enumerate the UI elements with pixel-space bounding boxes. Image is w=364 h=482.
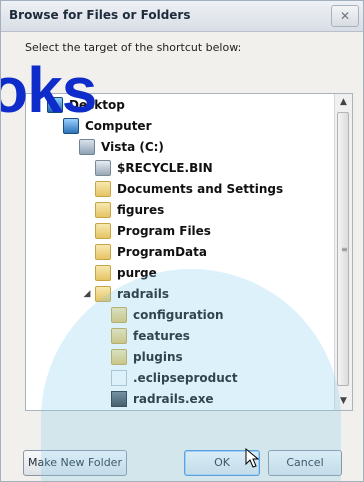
vertical-scrollbar[interactable]: ▲ ≡ ▼: [334, 94, 352, 410]
tree-item[interactable]: Documents and Settings: [26, 178, 336, 199]
tree-item[interactable]: purge: [26, 262, 336, 283]
tree-item[interactable]: .eclipseproduct: [26, 367, 336, 388]
cancel-button[interactable]: Cancel: [268, 450, 342, 476]
computer-icon: [63, 117, 79, 134]
tree-item-label: purge: [117, 265, 157, 280]
tree-item[interactable]: $RECYCLE.BIN: [26, 157, 336, 178]
folder-icon: [95, 243, 111, 260]
folder-icon: [95, 285, 111, 302]
tree-item-label: Documents and Settings: [117, 181, 284, 196]
tree-item[interactable]: features: [26, 325, 336, 346]
close-icon: ✕: [339, 9, 351, 23]
tree-item[interactable]: ProgramData: [26, 241, 336, 262]
tree-item-label: Vista (C:): [101, 139, 164, 154]
scroll-up-arrow-icon[interactable]: ▲: [335, 94, 352, 111]
window-title: Browse for Files or Folders: [9, 8, 191, 22]
tree-item-label: Program Files: [117, 223, 211, 238]
tree-item-label: radrails.exe: [133, 391, 214, 406]
tree-item[interactable]: Desktop: [26, 94, 336, 115]
tree-item[interactable]: plugins: [26, 346, 336, 367]
drive-icon: [79, 138, 95, 155]
tree-item-label: figures: [117, 202, 165, 217]
recycle-bin-icon: [95, 159, 111, 176]
ok-label: OK: [214, 456, 230, 469]
folder-icon: [111, 348, 127, 365]
folder-icon: [95, 222, 111, 239]
tree-item[interactable]: Computer: [26, 115, 336, 136]
folder-icon: [111, 306, 127, 323]
tree-item[interactable]: Vista (C:): [26, 136, 336, 157]
tree-item[interactable]: ◢ radrails: [26, 283, 336, 304]
cancel-label: Cancel: [286, 456, 324, 469]
folder-icon: [111, 327, 127, 344]
folder-icon: [95, 201, 111, 218]
tree-expander-icon[interactable]: ◢: [82, 289, 92, 299]
folder-tree[interactable]: Desktop Computer Vista (C:) $RECYCLE.BIN Doc…: [25, 93, 353, 411]
tree-item[interactable]: Program Files: [26, 220, 336, 241]
file-icon: [111, 369, 127, 386]
tree-item-label: plugins: [133, 349, 183, 364]
tree-item[interactable]: configuration: [26, 304, 336, 325]
folder-icon: [95, 264, 111, 281]
folder-icon: [95, 180, 111, 197]
desktop-icon: [47, 96, 63, 113]
tree-item-label: $RECYCLE.BIN: [117, 160, 213, 175]
tree-item-label: radrails: [117, 286, 169, 301]
tree-item-label: Desktop: [69, 97, 125, 112]
close-button[interactable]: ✕: [331, 5, 359, 27]
make-new-folder-button[interactable]: Make New Folder: [23, 450, 127, 476]
title-bar: Browse for Files or Folders ✕: [1, 1, 363, 32]
tree-rows: Desktop Computer Vista (C:) $RECYCLE.BIN Doc…: [26, 94, 336, 410]
scroll-grip-icon: ≡: [341, 245, 348, 254]
tree-item[interactable]: figures: [26, 199, 336, 220]
scroll-down-arrow-icon[interactable]: ▼: [335, 393, 352, 410]
tree-item-label: configuration: [133, 307, 224, 322]
browse-dialog: Browse for Files or Folders ✕ Select the…: [0, 0, 364, 482]
scroll-thumb[interactable]: ≡: [337, 112, 349, 386]
tree-item[interactable]: radrails.exe: [26, 388, 336, 409]
tree-item-label: features: [133, 328, 190, 343]
make-new-folder-label: Make New Folder: [28, 456, 122, 469]
tree-item[interactable]: startup.jar: [26, 409, 336, 410]
exe-icon: [111, 390, 127, 407]
instruction-text: Select the target of the shortcut below:: [25, 41, 242, 54]
tree-item-label: Computer: [85, 118, 152, 133]
tree-item-label: .eclipseproduct: [133, 370, 238, 385]
ok-button[interactable]: OK: [184, 450, 260, 476]
tree-item-label: ProgramData: [117, 244, 207, 259]
